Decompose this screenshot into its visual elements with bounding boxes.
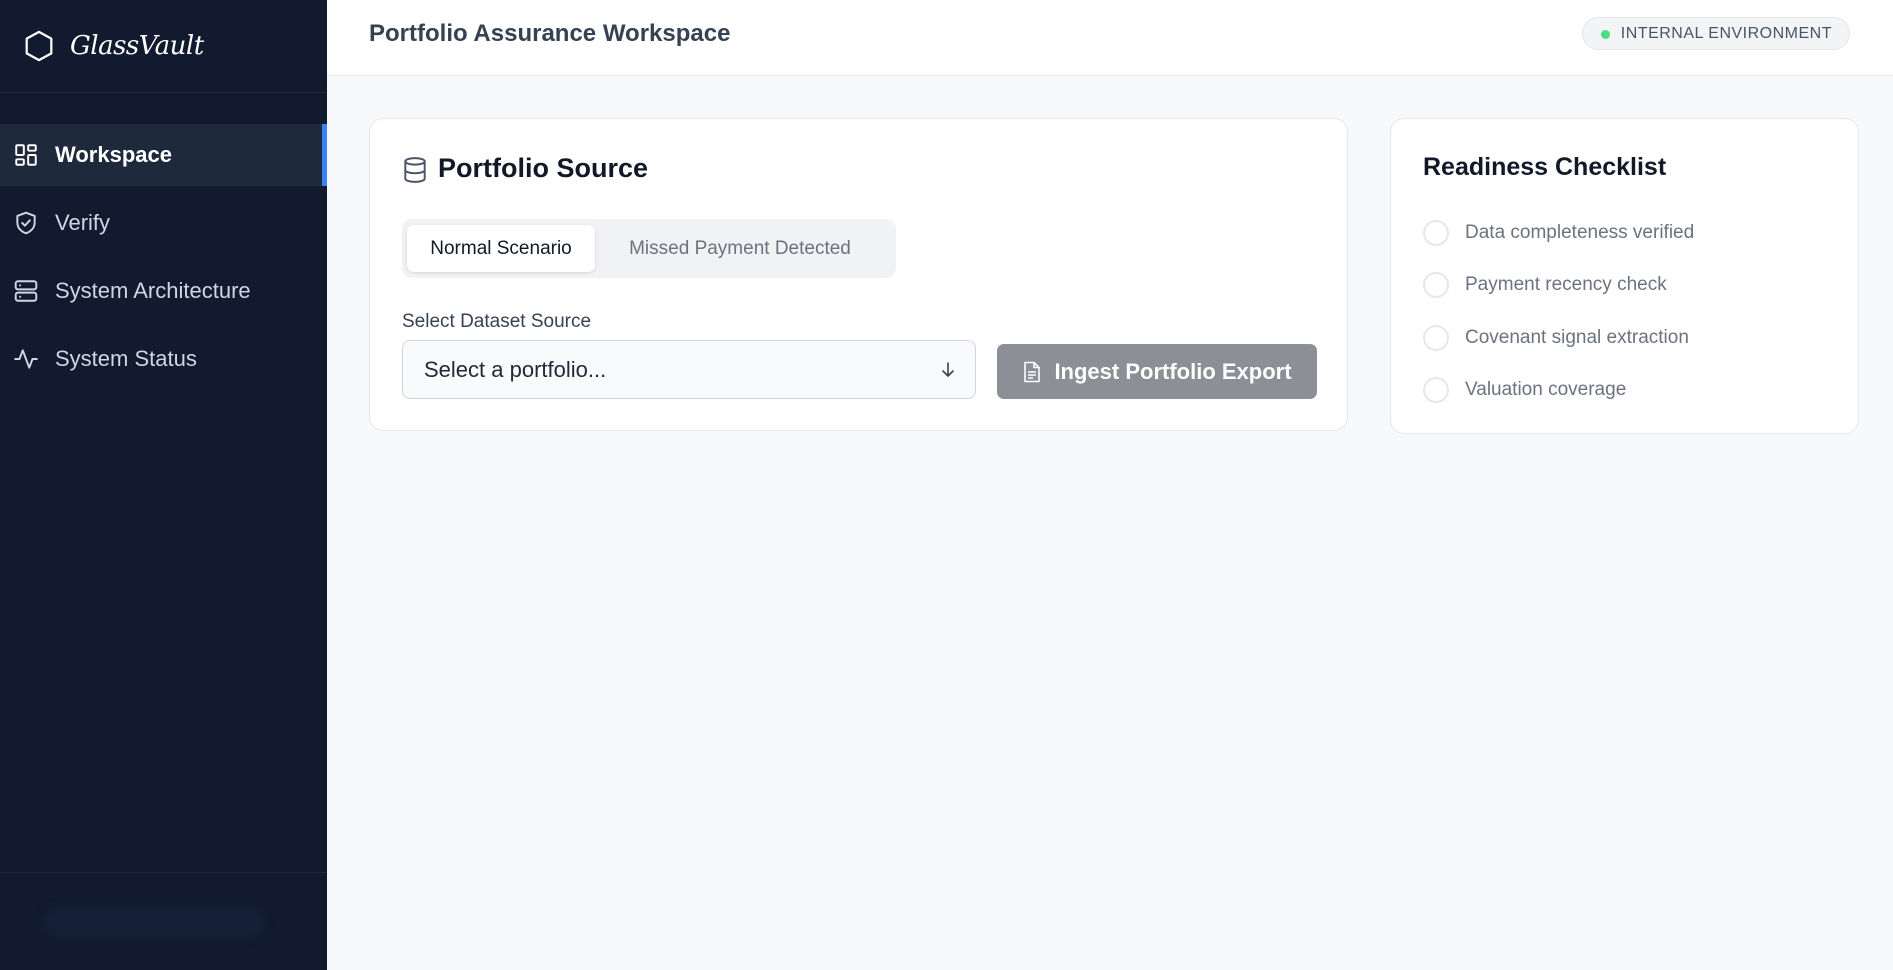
scenario-toggle: Normal Scenario Missed Payment Detected — [402, 219, 896, 278]
checklist-item-label: Data completeness verified — [1465, 221, 1695, 243]
checklist-item-label: Payment recency check — [1465, 274, 1667, 295]
page-title: Portfolio Assurance Workspace — [369, 20, 731, 47]
sidebar-item-workspace[interactable]: Workspace — [0, 124, 327, 186]
sidebar-item-label: System Architecture — [55, 278, 251, 303]
readiness-checklist-title: Readiness Checklist — [1423, 153, 1667, 181]
server-icon — [14, 280, 38, 302]
sidebar-item-label: Verify — [55, 210, 111, 235]
portfolio-source-card: Portfolio Source Normal Scenario Missed … — [369, 118, 1348, 431]
environment-badge: INTERNAL ENVIRONMENT — [1581, 17, 1850, 50]
hexagon-icon — [25, 30, 53, 62]
brand[interactable]: GlassVault — [0, 0, 327, 93]
checklist-item: Valuation coverage — [1423, 377, 1694, 404]
scenario-missed-payment-button[interactable]: Missed Payment Detected — [595, 225, 885, 272]
shield-check-icon — [16, 211, 36, 235]
empty-circle-icon — [1423, 272, 1449, 298]
sidebar-nav: Workspace Verify System Architecture Sys… — [0, 124, 327, 390]
arrow-down-icon — [942, 362, 954, 377]
checklist-item-label: Valuation coverage — [1465, 379, 1627, 400]
empty-circle-icon — [1423, 324, 1449, 351]
brand-name: GlassVault — [70, 31, 204, 61]
ingest-button-label: Ingest Portfolio Export — [1054, 358, 1292, 384]
database-icon — [404, 157, 426, 183]
sidebar: GlassVault Workspace Verify System Archi… — [0, 0, 327, 970]
activity-icon — [14, 349, 38, 369]
sidebar-item-label: Workspace — [55, 142, 172, 167]
ingest-portfolio-export-button[interactable]: Ingest Portfolio Export — [997, 344, 1317, 399]
readiness-checklist-card: Readiness Checklist Data completeness ve… — [1390, 118, 1859, 434]
top-bar: Portfolio Assurance Workspace INTERNAL E… — [327, 0, 1893, 76]
user-profile-placeholder — [44, 907, 264, 937]
dataset-source-label: Select Dataset Source — [402, 311, 592, 332]
checklist-item: Payment recency check — [1423, 272, 1694, 299]
scenario-normal-button[interactable]: Normal Scenario — [407, 225, 595, 272]
empty-circle-icon — [1423, 377, 1449, 403]
file-text-icon — [1024, 361, 1041, 382]
empty-circle-icon — [1423, 219, 1449, 246]
checklist-item: Data completeness verified — [1423, 219, 1694, 246]
sidebar-item-system-status[interactable]: System Status — [0, 328, 327, 390]
portfolio-select[interactable]: Select a portfolio... — [402, 340, 976, 399]
sidebar-item-system-architecture[interactable]: System Architecture — [0, 260, 327, 322]
checklist-item-label: Covenant signal extraction — [1465, 326, 1689, 348]
checklist-item: Covenant signal extraction — [1423, 324, 1694, 351]
portfolio-source-title: Portfolio Source — [438, 153, 649, 183]
environment-label: INTERNAL ENVIRONMENT — [1620, 24, 1832, 42]
sidebar-footer — [0, 872, 327, 970]
status-dot-icon — [1600, 30, 1610, 39]
sidebar-item-label: System Status — [55, 346, 197, 371]
sidebar-item-verify[interactable]: Verify — [0, 192, 327, 254]
portfolio-select-value: Select a portfolio... — [424, 356, 607, 382]
grid-icon — [15, 144, 37, 166]
checklist: Data completeness verified Payment recen… — [1423, 219, 1694, 429]
